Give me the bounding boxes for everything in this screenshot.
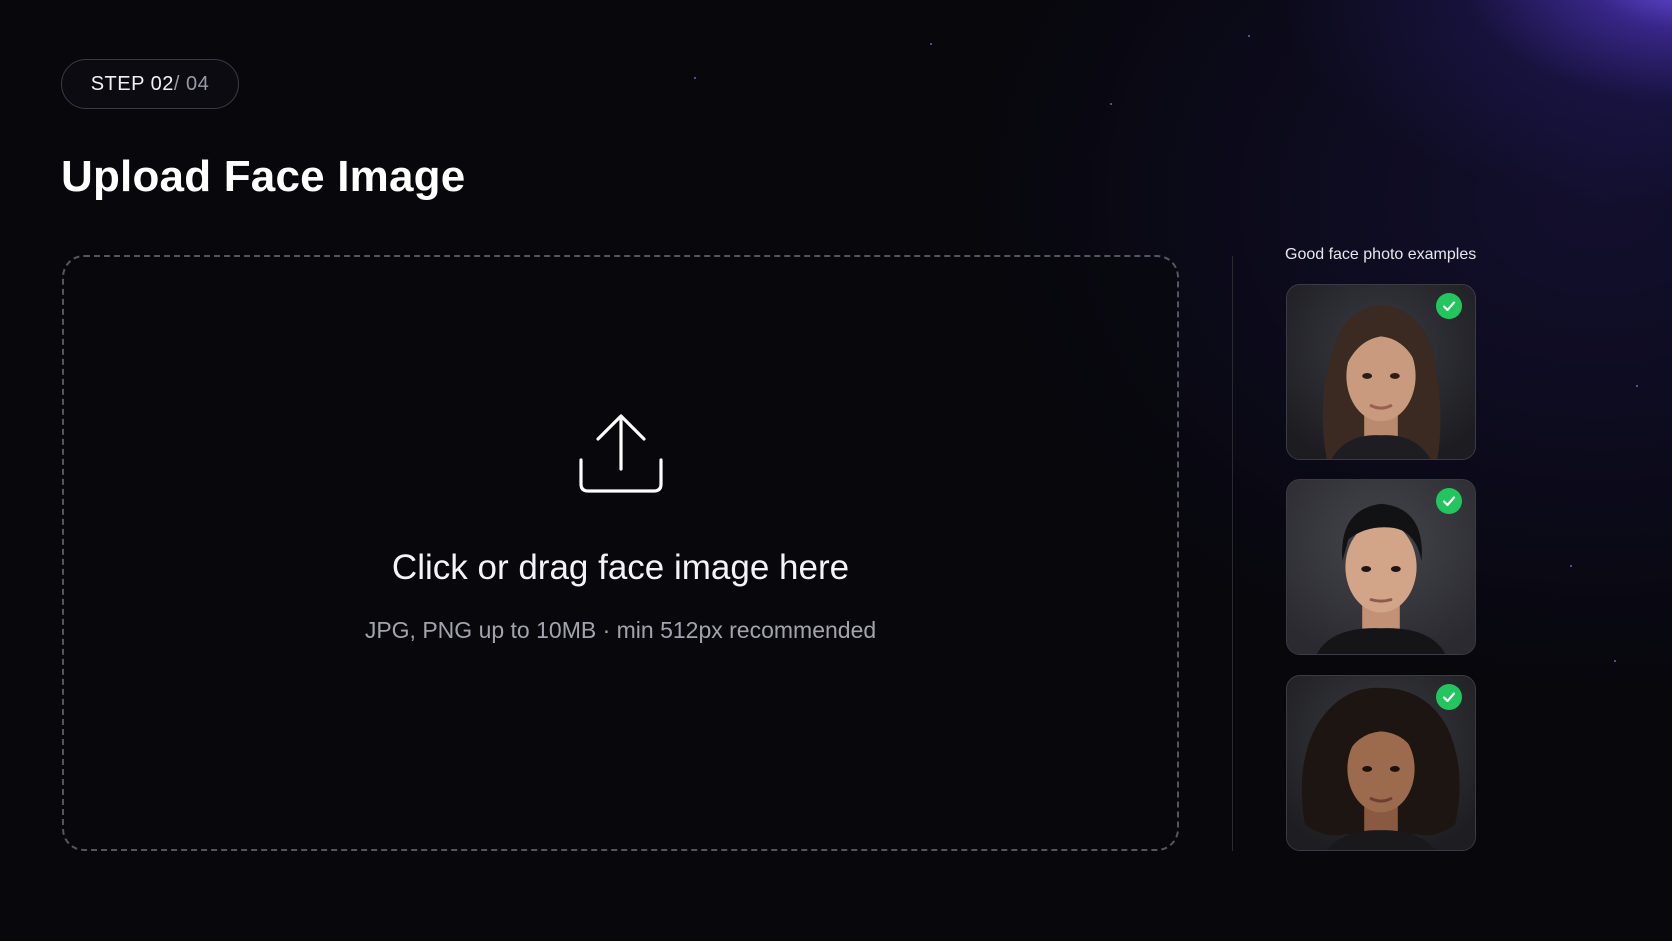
step-current: STEP 02 xyxy=(90,72,174,95)
upload-step-page: STEP 02 / 04 Upload Face Image Click or … xyxy=(0,0,1672,941)
upload-icon xyxy=(579,414,663,493)
step-total: / 04 xyxy=(173,72,210,95)
example-photo-2 xyxy=(1286,479,1476,655)
dropzone-title: Click or drag face image here xyxy=(391,548,850,587)
section-divider xyxy=(1232,256,1233,851)
check-icon xyxy=(1436,684,1462,710)
dropzone-hint: JPG, PNG up to 10MB · min 512px recommen… xyxy=(364,617,877,643)
check-icon xyxy=(1436,488,1462,514)
example-photo-3 xyxy=(1286,675,1476,851)
check-icon xyxy=(1436,293,1462,319)
step-indicator: STEP 02 / 04 xyxy=(61,59,239,109)
examples-label: Good face photo examples xyxy=(1285,246,1477,263)
page-title: Upload Face Image xyxy=(61,152,466,201)
example-photo-1 xyxy=(1286,284,1476,460)
